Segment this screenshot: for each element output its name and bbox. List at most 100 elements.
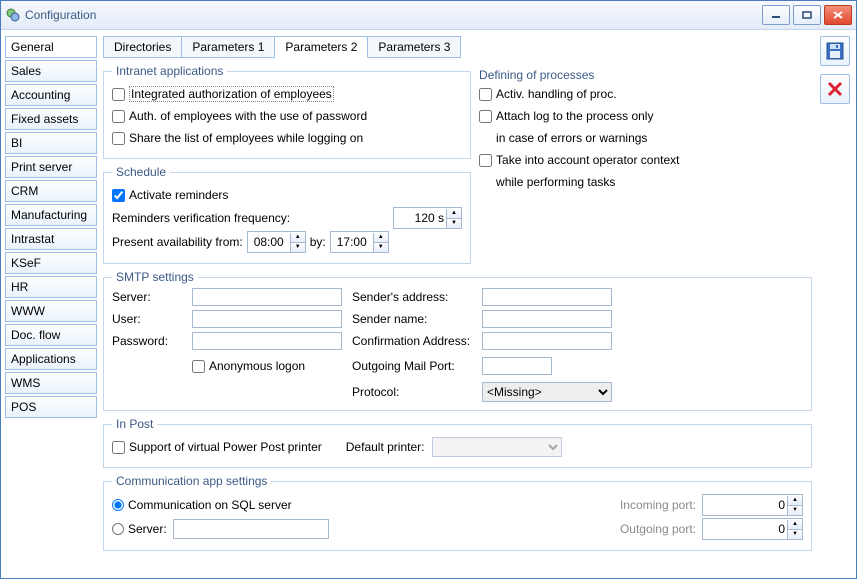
smtp-confirm-input[interactable] — [482, 332, 612, 350]
spin-down-icon[interactable]: ▼ — [290, 243, 305, 252]
tab-parameters-3[interactable]: Parameters 3 — [367, 36, 461, 58]
spin-down-icon[interactable]: ▼ — [787, 530, 802, 539]
sidebar-item-ksef[interactable]: KSeF — [5, 252, 97, 274]
comm-outport-input[interactable] — [703, 520, 787, 538]
schedule-from-input[interactable] — [248, 233, 290, 251]
smtp-server-label: Server: — [112, 290, 182, 304]
comm-sql-radio[interactable] — [112, 499, 124, 511]
proc-context-check[interactable] — [479, 154, 492, 167]
smtp-server-input[interactable] — [192, 288, 342, 306]
schedule-avail-label: Present availability from: — [112, 235, 243, 249]
sidebar-item-applications[interactable]: Applications — [5, 348, 97, 370]
tab-parameters-1[interactable]: Parameters 1 — [181, 36, 275, 58]
cancel-button[interactable] — [820, 74, 850, 104]
comm-server-input[interactable] — [173, 519, 329, 539]
smtp-anon-check[interactable] — [192, 360, 205, 373]
spin-down-icon[interactable]: ▼ — [787, 506, 802, 515]
schedule-freq-label: Reminders verification frequency: — [112, 211, 393, 225]
sidebar-item-pos[interactable]: POS — [5, 396, 97, 418]
schedule-from-spinner[interactable]: ▲▼ — [247, 231, 306, 253]
comm-inport-spinner[interactable]: ▲▼ — [702, 494, 803, 516]
sidebar-item-general[interactable]: General — [5, 36, 97, 58]
intranet-share-check[interactable] — [112, 132, 125, 145]
comm-sql-label: Communication on SQL server — [128, 498, 292, 512]
sidebar-item-sales[interactable]: Sales — [5, 60, 97, 82]
spin-down-icon[interactable]: ▼ — [446, 219, 461, 228]
schedule-to-input[interactable] — [331, 233, 373, 251]
titlebar: Configuration — [1, 1, 856, 30]
spin-up-icon[interactable]: ▲ — [787, 520, 802, 530]
smtp-port-input[interactable] — [482, 357, 552, 375]
right-toolbar — [814, 30, 856, 578]
sidebar-item-wms[interactable]: WMS — [5, 372, 97, 394]
smtp-proto-select[interactable]: <Missing> — [482, 382, 612, 402]
sidebar-item-accounting[interactable]: Accounting — [5, 84, 97, 106]
spin-up-icon[interactable]: ▲ — [373, 233, 388, 243]
smtp-sendername-input[interactable] — [482, 310, 612, 328]
sidebar-item-intrastat[interactable]: Intrastat — [5, 228, 97, 250]
sidebar-item-print-server[interactable]: Print server — [5, 156, 97, 178]
close-icon — [827, 81, 843, 97]
minimize-button[interactable] — [762, 5, 790, 25]
inpost-default-label: Default printer: — [346, 440, 425, 454]
inpost-default-select[interactable] — [432, 437, 562, 457]
smtp-sendername-label: Sender name: — [352, 312, 472, 326]
floppy-icon — [826, 42, 844, 60]
comm-outport-spinner[interactable]: ▲▼ — [702, 518, 803, 540]
tab-directories[interactable]: Directories — [103, 36, 182, 58]
inpost-group: In Post Support of virtual Power Post pr… — [103, 417, 812, 468]
smtp-legend: SMTP settings — [112, 270, 198, 284]
sidebar-item-doc-flow[interactable]: Doc. flow — [5, 324, 97, 346]
processes-legend: Defining of processes — [479, 68, 812, 82]
sidebar-item-crm[interactable]: CRM — [5, 180, 97, 202]
comm-inport-input[interactable] — [703, 496, 787, 514]
spin-up-icon[interactable]: ▲ — [446, 209, 461, 219]
inpost-support-label: Support of virtual Power Post printer — [129, 440, 322, 454]
schedule-freq-spinner[interactable]: ▲▼ — [393, 207, 462, 229]
intranet-share-label: Share the list of employees while loggin… — [129, 131, 363, 145]
comm-group: Communication app settings Communication… — [103, 474, 812, 551]
smtp-senderaddr-input[interactable] — [482, 288, 612, 306]
proc-activ-check[interactable] — [479, 88, 492, 101]
intranet-integrated-check[interactable] — [112, 88, 125, 101]
schedule-by-label: by: — [310, 235, 326, 249]
smtp-group: SMTP settings Server: Sender's address: … — [103, 270, 812, 411]
save-button[interactable] — [820, 36, 850, 66]
sidebar: GeneralSalesAccountingFixed assetsBIPrin… — [1, 30, 101, 578]
proc-attach-label2: in case of errors or warnings — [496, 131, 647, 145]
sidebar-item-manufacturing[interactable]: Manufacturing — [5, 204, 97, 226]
proc-attach-check[interactable] — [479, 110, 492, 123]
tab-parameters-2[interactable]: Parameters 2 — [274, 36, 368, 58]
proc-context-label1: Take into account operator context — [496, 153, 679, 167]
main-panel: DirectoriesParameters 1Parameters 2Param… — [101, 30, 814, 578]
spin-down-icon[interactable]: ▼ — [373, 243, 388, 252]
inpost-support-check[interactable] — [112, 441, 125, 454]
sidebar-item-bi[interactable]: BI — [5, 132, 97, 154]
comm-server-radio[interactable] — [112, 523, 124, 535]
spin-up-icon[interactable]: ▲ — [787, 496, 802, 506]
processes-group: Defining of processes Activ. handling of… — [479, 64, 812, 202]
smtp-user-input[interactable] — [192, 310, 342, 328]
app-icon — [5, 7, 21, 23]
configuration-window: Configuration GeneralSalesAccountingFixe… — [0, 0, 857, 579]
schedule-freq-input[interactable] — [394, 209, 446, 227]
smtp-anon-label: Anonymous logon — [209, 359, 305, 373]
schedule-legend: Schedule — [112, 165, 170, 179]
maximize-button[interactable] — [793, 5, 821, 25]
window-title: Configuration — [25, 8, 762, 22]
intranet-authpw-check[interactable] — [112, 110, 125, 123]
intranet-group: Intranet applications Integrated authori… — [103, 64, 471, 159]
smtp-pass-input[interactable] — [192, 332, 342, 350]
proc-context-label2: while performing tasks — [496, 175, 615, 189]
spin-up-icon[interactable]: ▲ — [290, 233, 305, 243]
tabstrip: DirectoriesParameters 1Parameters 2Param… — [103, 36, 812, 58]
schedule-to-spinner[interactable]: ▲▼ — [330, 231, 389, 253]
sidebar-item-hr[interactable]: HR — [5, 276, 97, 298]
comm-server-label: Server: — [128, 522, 167, 536]
close-button[interactable] — [824, 5, 852, 25]
schedule-activate-check[interactable] — [112, 189, 125, 202]
sidebar-item-fixed-assets[interactable]: Fixed assets — [5, 108, 97, 130]
comm-legend: Communication app settings — [112, 474, 271, 488]
smtp-user-label: User: — [112, 312, 182, 326]
sidebar-item-www[interactable]: WWW — [5, 300, 97, 322]
